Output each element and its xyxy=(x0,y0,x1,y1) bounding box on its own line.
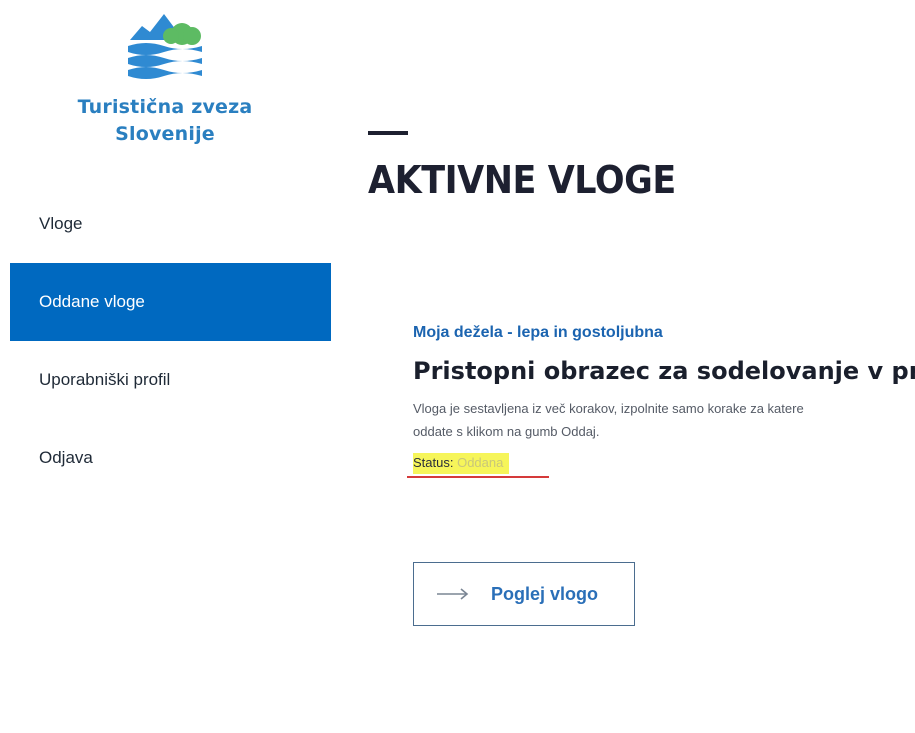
status-badge: Status: Oddana xyxy=(407,453,549,478)
card-subtitle: Moja dežela - lepa in gostoljubna xyxy=(413,324,663,341)
logo-line-2: Slovenije xyxy=(115,123,215,145)
sidebar-item-vloge[interactable]: Vloge xyxy=(10,185,331,263)
brand-logo[interactable]: Turistična zveza Slovenije xyxy=(70,12,260,148)
logo-line-1: Turistična zveza xyxy=(77,96,253,118)
sidebar-item-odjava[interactable]: Odjava xyxy=(10,419,331,497)
card-description: Vloga je sestavljena iz več korakov, izp… xyxy=(413,397,915,443)
sidebar-nav: Vloge Oddane vloge Uporabniški profil Od… xyxy=(10,185,331,497)
status-underline-annotation xyxy=(407,476,549,478)
card-description-line-1: Vloga je sestavljena iz več korakov, izp… xyxy=(413,401,804,416)
logo-text: Turistična zveza Slovenije xyxy=(70,94,260,148)
application-card: Moja dežela - lepa in gostoljubna Pristo… xyxy=(407,324,915,626)
card-description-line-2: oddate s klikom na gumb Oddaj. xyxy=(413,424,600,439)
status-value: Oddana xyxy=(457,455,504,470)
view-application-button[interactable]: Poglej vlogo xyxy=(413,562,635,626)
tzs-logo-icon xyxy=(128,14,202,79)
page-title: AKTIVNE VLOGE xyxy=(368,158,676,202)
view-application-button-label: Poglej vlogo xyxy=(491,583,599,604)
title-accent-divider xyxy=(368,131,408,135)
status-label: Status: xyxy=(413,455,454,470)
sidebar-item-oddane-vloge[interactable]: Oddane vloge xyxy=(10,263,331,341)
card-title: Pristopni obrazec za sodelovanje v pr xyxy=(413,357,915,385)
arrow-right-icon xyxy=(437,588,469,600)
sidebar-item-uporabniski-profil[interactable]: Uporabniški profil xyxy=(10,341,331,419)
